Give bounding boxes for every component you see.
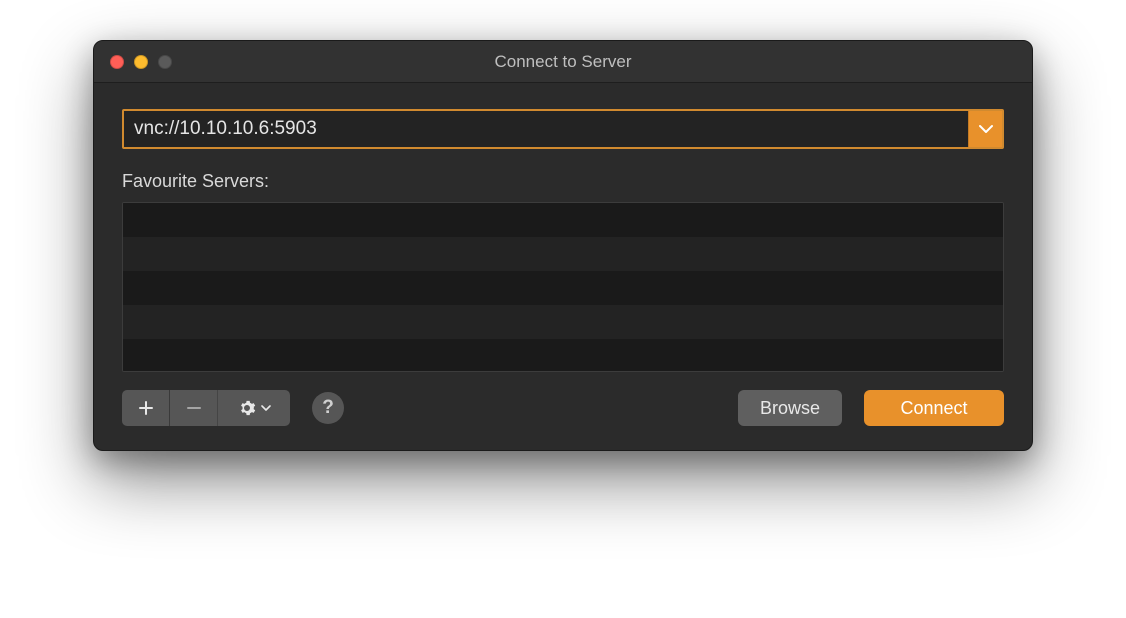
window-content: Favourite Servers: <box>94 83 1032 450</box>
window-title: Connect to Server <box>94 52 1032 72</box>
window-close-button[interactable] <box>110 55 124 69</box>
traffic-lights <box>94 55 172 69</box>
favourites-edit-group <box>122 390 290 426</box>
chevron-down-icon <box>261 405 271 412</box>
help-icon: ? <box>322 397 334 419</box>
titlebar: Connect to Server <box>94 41 1032 83</box>
favourite-servers-list[interactable] <box>122 202 1004 372</box>
connect-button-label: Connect <box>900 398 967 419</box>
server-address-input[interactable] <box>124 111 968 147</box>
remove-favourite-button <box>170 390 218 426</box>
bottom-toolbar: ? Browse Connect <box>122 390 1004 426</box>
list-row-empty <box>123 203 1003 237</box>
chevron-down-icon <box>979 124 993 134</box>
browse-button-label: Browse <box>760 398 820 419</box>
gear-icon <box>238 399 256 417</box>
browse-button[interactable]: Browse <box>738 390 842 426</box>
list-row-empty <box>123 271 1003 305</box>
connect-button[interactable]: Connect <box>864 390 1004 426</box>
add-favourite-button[interactable] <box>122 390 170 426</box>
favourite-servers-label: Favourite Servers: <box>122 171 1004 192</box>
minus-icon <box>186 400 202 416</box>
plus-icon <box>138 400 154 416</box>
window-minimize-button[interactable] <box>134 55 148 69</box>
list-row-empty <box>123 237 1003 271</box>
list-row-empty <box>123 305 1003 339</box>
action-menu-button[interactable] <box>218 390 290 426</box>
window-zoom-button <box>158 55 172 69</box>
connect-to-server-window: Connect to Server Favourite Servers: <box>93 40 1033 451</box>
list-row-empty <box>123 339 1003 372</box>
server-address-dropdown-button[interactable] <box>968 111 1002 147</box>
server-address-combo <box>122 109 1004 149</box>
help-button[interactable]: ? <box>312 392 344 424</box>
